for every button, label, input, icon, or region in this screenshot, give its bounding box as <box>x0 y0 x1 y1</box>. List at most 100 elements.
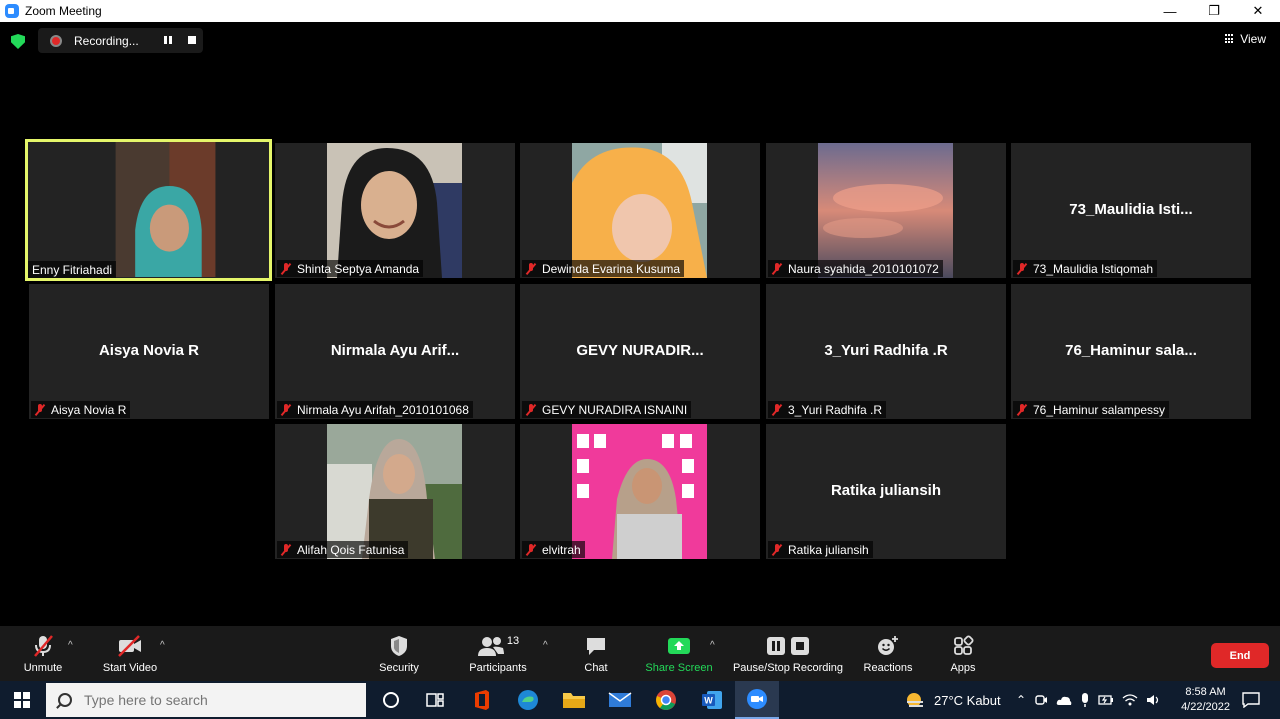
speaker-icon[interactable] <box>1146 693 1162 707</box>
microphone-tray-icon[interactable] <box>1080 692 1090 708</box>
zoom-app-icon <box>5 4 19 18</box>
restore-button[interactable]: ❐ <box>1192 0 1236 22</box>
clock-time: 8:58 AM <box>1185 686 1226 698</box>
participant-display-name: Aisya Novia R <box>98 342 200 359</box>
recording-indicator: Recording... <box>38 28 203 53</box>
participant-tile[interactable]: 73_Maulidia Isti... 73_Maulidia Istiqoma… <box>1011 143 1251 278</box>
share-screen-button[interactable]: Share Screen <box>644 634 714 674</box>
system-tray: ⌃ <box>1016 681 1162 719</box>
close-button[interactable]: ✕ <box>1236 0 1280 22</box>
participant-name-label: elvitrah <box>522 541 585 558</box>
show-hidden-icons-chevron-icon[interactable]: ⌃ <box>1016 693 1026 707</box>
video-off-icon <box>118 635 141 657</box>
meet-now-icon[interactable] <box>1034 693 1048 707</box>
grid-view-icon <box>1225 34 1235 44</box>
onedrive-cloud-icon[interactable] <box>1056 693 1072 707</box>
participant-tile[interactable]: Shinta Septya Amanda <box>275 143 515 278</box>
participant-display-name: Nirmala Ayu Arif... <box>330 342 460 359</box>
mail-icon[interactable] <box>607 687 633 713</box>
participant-video <box>818 143 953 278</box>
file-explorer-icon[interactable] <box>561 687 587 713</box>
chat-button[interactable]: Chat <box>578 634 614 674</box>
participants-options-caret[interactable]: ^ <box>543 640 548 651</box>
participant-tile[interactable]: Ratika juliansih Ratika juliansih <box>766 424 1006 559</box>
share-screen-icon <box>668 638 690 654</box>
zoom-taskbar-icon[interactable] <box>735 681 779 719</box>
participant-tile[interactable]: Aisya Novia R Aisya Novia R <box>29 284 269 419</box>
muted-mic-icon <box>1017 403 1027 416</box>
participant-name-label: 76_Haminur salampessy <box>1013 401 1170 418</box>
participant-tile[interactable]: 76_Haminur sala... 76_Haminur salampessy <box>1011 284 1251 419</box>
record-dot-icon <box>50 34 62 47</box>
participant-name-label: Naura syahida_2010101072 <box>768 260 943 277</box>
minimize-button[interactable]: — <box>1148 0 1192 22</box>
windows-start-icon[interactable] <box>14 692 30 708</box>
security-button[interactable]: Security <box>374 634 424 674</box>
participants-button[interactable]: 13 Participants <box>464 634 532 674</box>
participant-name-label: Aisya Novia R <box>31 401 131 418</box>
participant-video <box>115 142 216 277</box>
reactions-button[interactable]: Reactions <box>861 634 915 674</box>
view-label: View <box>1240 32 1266 46</box>
end-meeting-button[interactable]: End <box>1211 643 1269 668</box>
muted-mic-icon <box>526 543 536 556</box>
audio-options-caret[interactable]: ^ <box>68 640 73 651</box>
muted-mic-icon <box>1017 262 1027 275</box>
clock-date: 4/22/2022 <box>1181 701 1230 713</box>
stop-icon <box>791 637 809 655</box>
task-view-icon[interactable] <box>422 687 448 713</box>
pause-recording-icon[interactable] <box>164 36 172 44</box>
pause-stop-recording-button[interactable]: Pause/Stop Recording <box>731 634 845 674</box>
weather-widget[interactable]: 27°C Kabut <box>904 681 1001 719</box>
cortana-icon[interactable] <box>378 687 404 713</box>
search-input[interactable] <box>84 692 344 708</box>
share-options-caret[interactable]: ^ <box>710 640 715 651</box>
participant-name-label: Alifah Qois Fatunisa <box>277 541 409 558</box>
encryption-shield-icon[interactable] <box>11 34 25 49</box>
meeting-area: Recording... View Enny Fitriahadi Shinta… <box>0 22 1280 626</box>
participant-video <box>327 143 462 278</box>
meeting-controls-toolbar: Unmute ^ Start Video ^ Security 13 Parti… <box>0 626 1280 681</box>
weather-text: 27°C Kabut <box>934 692 1001 708</box>
view-button[interactable]: View <box>1225 32 1266 46</box>
participant-tile[interactable]: Naura syahida_2010101072 <box>766 143 1006 278</box>
participant-name-label: Dewinda Evarina Kusuma <box>522 260 685 277</box>
participant-tile[interactable]: GEVY NURADIR... GEVY NURADIRA ISNAINI <box>520 284 760 419</box>
window-title: Zoom Meeting <box>25 4 102 18</box>
participant-tile[interactable]: Nirmala Ayu Arif... Nirmala Ayu Arifah_2… <box>275 284 515 419</box>
notification-center-icon[interactable] <box>1238 687 1264 713</box>
chat-bubble-icon <box>587 638 605 655</box>
taskbar-search-box[interactable] <box>46 683 366 717</box>
apps-button[interactable]: Apps <box>944 634 982 674</box>
chrome-icon[interactable] <box>653 687 679 713</box>
pause-icon <box>767 637 785 655</box>
muted-mic-icon <box>281 262 291 275</box>
participant-name-label: Shinta Septya Amanda <box>277 260 424 277</box>
taskbar-clock[interactable]: 8:58 AM 4/22/2022 <box>1181 685 1230 715</box>
participant-tile[interactable]: Enny Fitriahadi <box>25 139 272 281</box>
office-icon[interactable] <box>469 687 495 713</box>
participant-tile[interactable]: 3_Yuri Radhifa .R 3_Yuri Radhifa .R <box>766 284 1006 419</box>
muted-mic-icon <box>526 403 536 416</box>
participant-name-label: 73_Maulidia Istiqomah <box>1013 260 1158 277</box>
wifi-icon[interactable] <box>1122 693 1138 707</box>
participant-tile[interactable]: elvitrah <box>520 424 760 559</box>
participant-video <box>572 143 707 278</box>
participant-display-name: GEVY NURADIR... <box>576 342 704 359</box>
recording-label: Recording... <box>74 33 139 48</box>
word-icon[interactable]: W <box>699 687 725 713</box>
stop-recording-icon[interactable] <box>188 36 196 44</box>
muted-mic-icon <box>281 403 291 416</box>
muted-mic-icon <box>772 543 782 556</box>
start-video-button[interactable]: Start Video <box>98 634 162 674</box>
participant-name-label: Nirmala Ayu Arifah_2010101068 <box>277 401 473 418</box>
battery-charging-icon[interactable] <box>1098 693 1114 707</box>
unmute-button[interactable]: Unmute <box>18 634 68 674</box>
video-options-caret[interactable]: ^ <box>160 640 165 651</box>
participant-tile[interactable]: Dewinda Evarina Kusuma <box>520 143 760 278</box>
search-icon <box>58 693 72 707</box>
muted-mic-icon <box>772 403 782 416</box>
participants-count: 13 <box>506 635 520 647</box>
participant-tile[interactable]: Alifah Qois Fatunisa <box>275 424 515 559</box>
edge-browser-icon[interactable] <box>515 687 541 713</box>
